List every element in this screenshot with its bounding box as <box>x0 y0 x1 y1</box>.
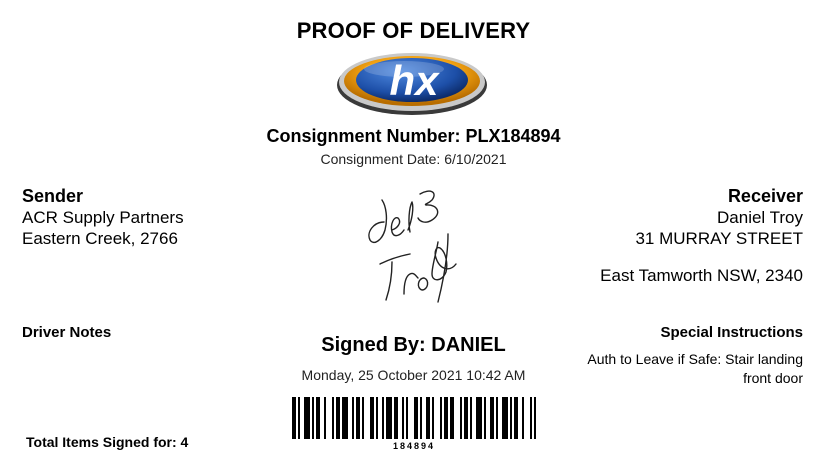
barcode-image <box>292 397 536 439</box>
special-instructions-text: Auth to Leave if Safe: Stair landing fro… <box>587 351 803 386</box>
barcode-bar <box>376 397 378 439</box>
barcode-bar <box>450 397 454 439</box>
barcode-bar <box>432 397 434 439</box>
barcode-bar <box>312 397 314 439</box>
barcode-bar <box>332 397 334 439</box>
barcode-bar <box>484 397 486 439</box>
barcode-bar <box>324 397 326 439</box>
barcode-bar <box>490 397 494 439</box>
total-items-signed: Total Items Signed for: 4 <box>26 434 189 450</box>
barcode-bar <box>444 397 448 439</box>
consignment-date: Consignment Date: 6/10/2021 <box>320 151 507 167</box>
hx-logo: hx <box>337 53 487 115</box>
consignment-number: Consignment Number: PLX184894 <box>266 126 561 146</box>
barcode-bar <box>342 397 348 439</box>
barcode-bar <box>460 397 462 439</box>
barcode-bar <box>522 397 524 439</box>
receiver-street: 31 MURRAY STREET <box>635 229 803 248</box>
receiver-block: Receiver Daniel Troy 31 MURRAY STREET Ea… <box>600 186 803 286</box>
barcode-bar <box>470 397 472 439</box>
barcode-bar <box>464 397 468 439</box>
barcode-bar <box>394 397 398 439</box>
barcode-bar <box>440 397 442 439</box>
barcode-bar <box>352 397 354 439</box>
receiver-name: Daniel Troy <box>717 208 803 227</box>
special-instructions-heading: Special Instructions <box>660 324 803 341</box>
signature-image <box>368 190 457 303</box>
barcode-bar <box>420 397 422 439</box>
barcode-bar <box>356 397 360 439</box>
barcode-bar <box>304 397 310 439</box>
logo-text: hx <box>389 57 440 104</box>
barcode-bar <box>476 397 482 439</box>
barcode-bar <box>316 397 320 439</box>
document-title: PROOF OF DELIVERY <box>296 18 531 43</box>
barcode-bar <box>514 397 518 439</box>
barcode-bar <box>298 397 300 439</box>
receiver-location: East Tamworth NSW, 2340 <box>600 266 803 285</box>
sender-name: ACR Supply Partners <box>22 208 184 227</box>
barcode-number: 184894 <box>392 441 436 451</box>
barcode-bar <box>402 397 404 439</box>
barcode-bar <box>530 397 532 439</box>
barcode-bar <box>406 397 408 439</box>
barcode-bar <box>370 397 374 439</box>
barcode-bar <box>426 397 430 439</box>
sender-heading: Sender <box>22 186 84 206</box>
sender-location: Eastern Creek, 2766 <box>22 229 178 248</box>
barcode-bar <box>496 397 498 439</box>
barcode-bar <box>414 397 418 439</box>
barcode-bar <box>292 397 296 439</box>
receiver-heading: Receiver <box>727 186 803 206</box>
barcode-bar <box>382 397 384 439</box>
barcode-bar <box>362 397 364 439</box>
barcode-bar <box>534 397 536 439</box>
sender-block: Sender ACR Supply Partners Eastern Creek… <box>22 186 184 249</box>
barcode-bar <box>502 397 508 439</box>
barcode-bar <box>386 397 392 439</box>
barcode-bar <box>336 397 340 439</box>
barcode-bar <box>510 397 512 439</box>
